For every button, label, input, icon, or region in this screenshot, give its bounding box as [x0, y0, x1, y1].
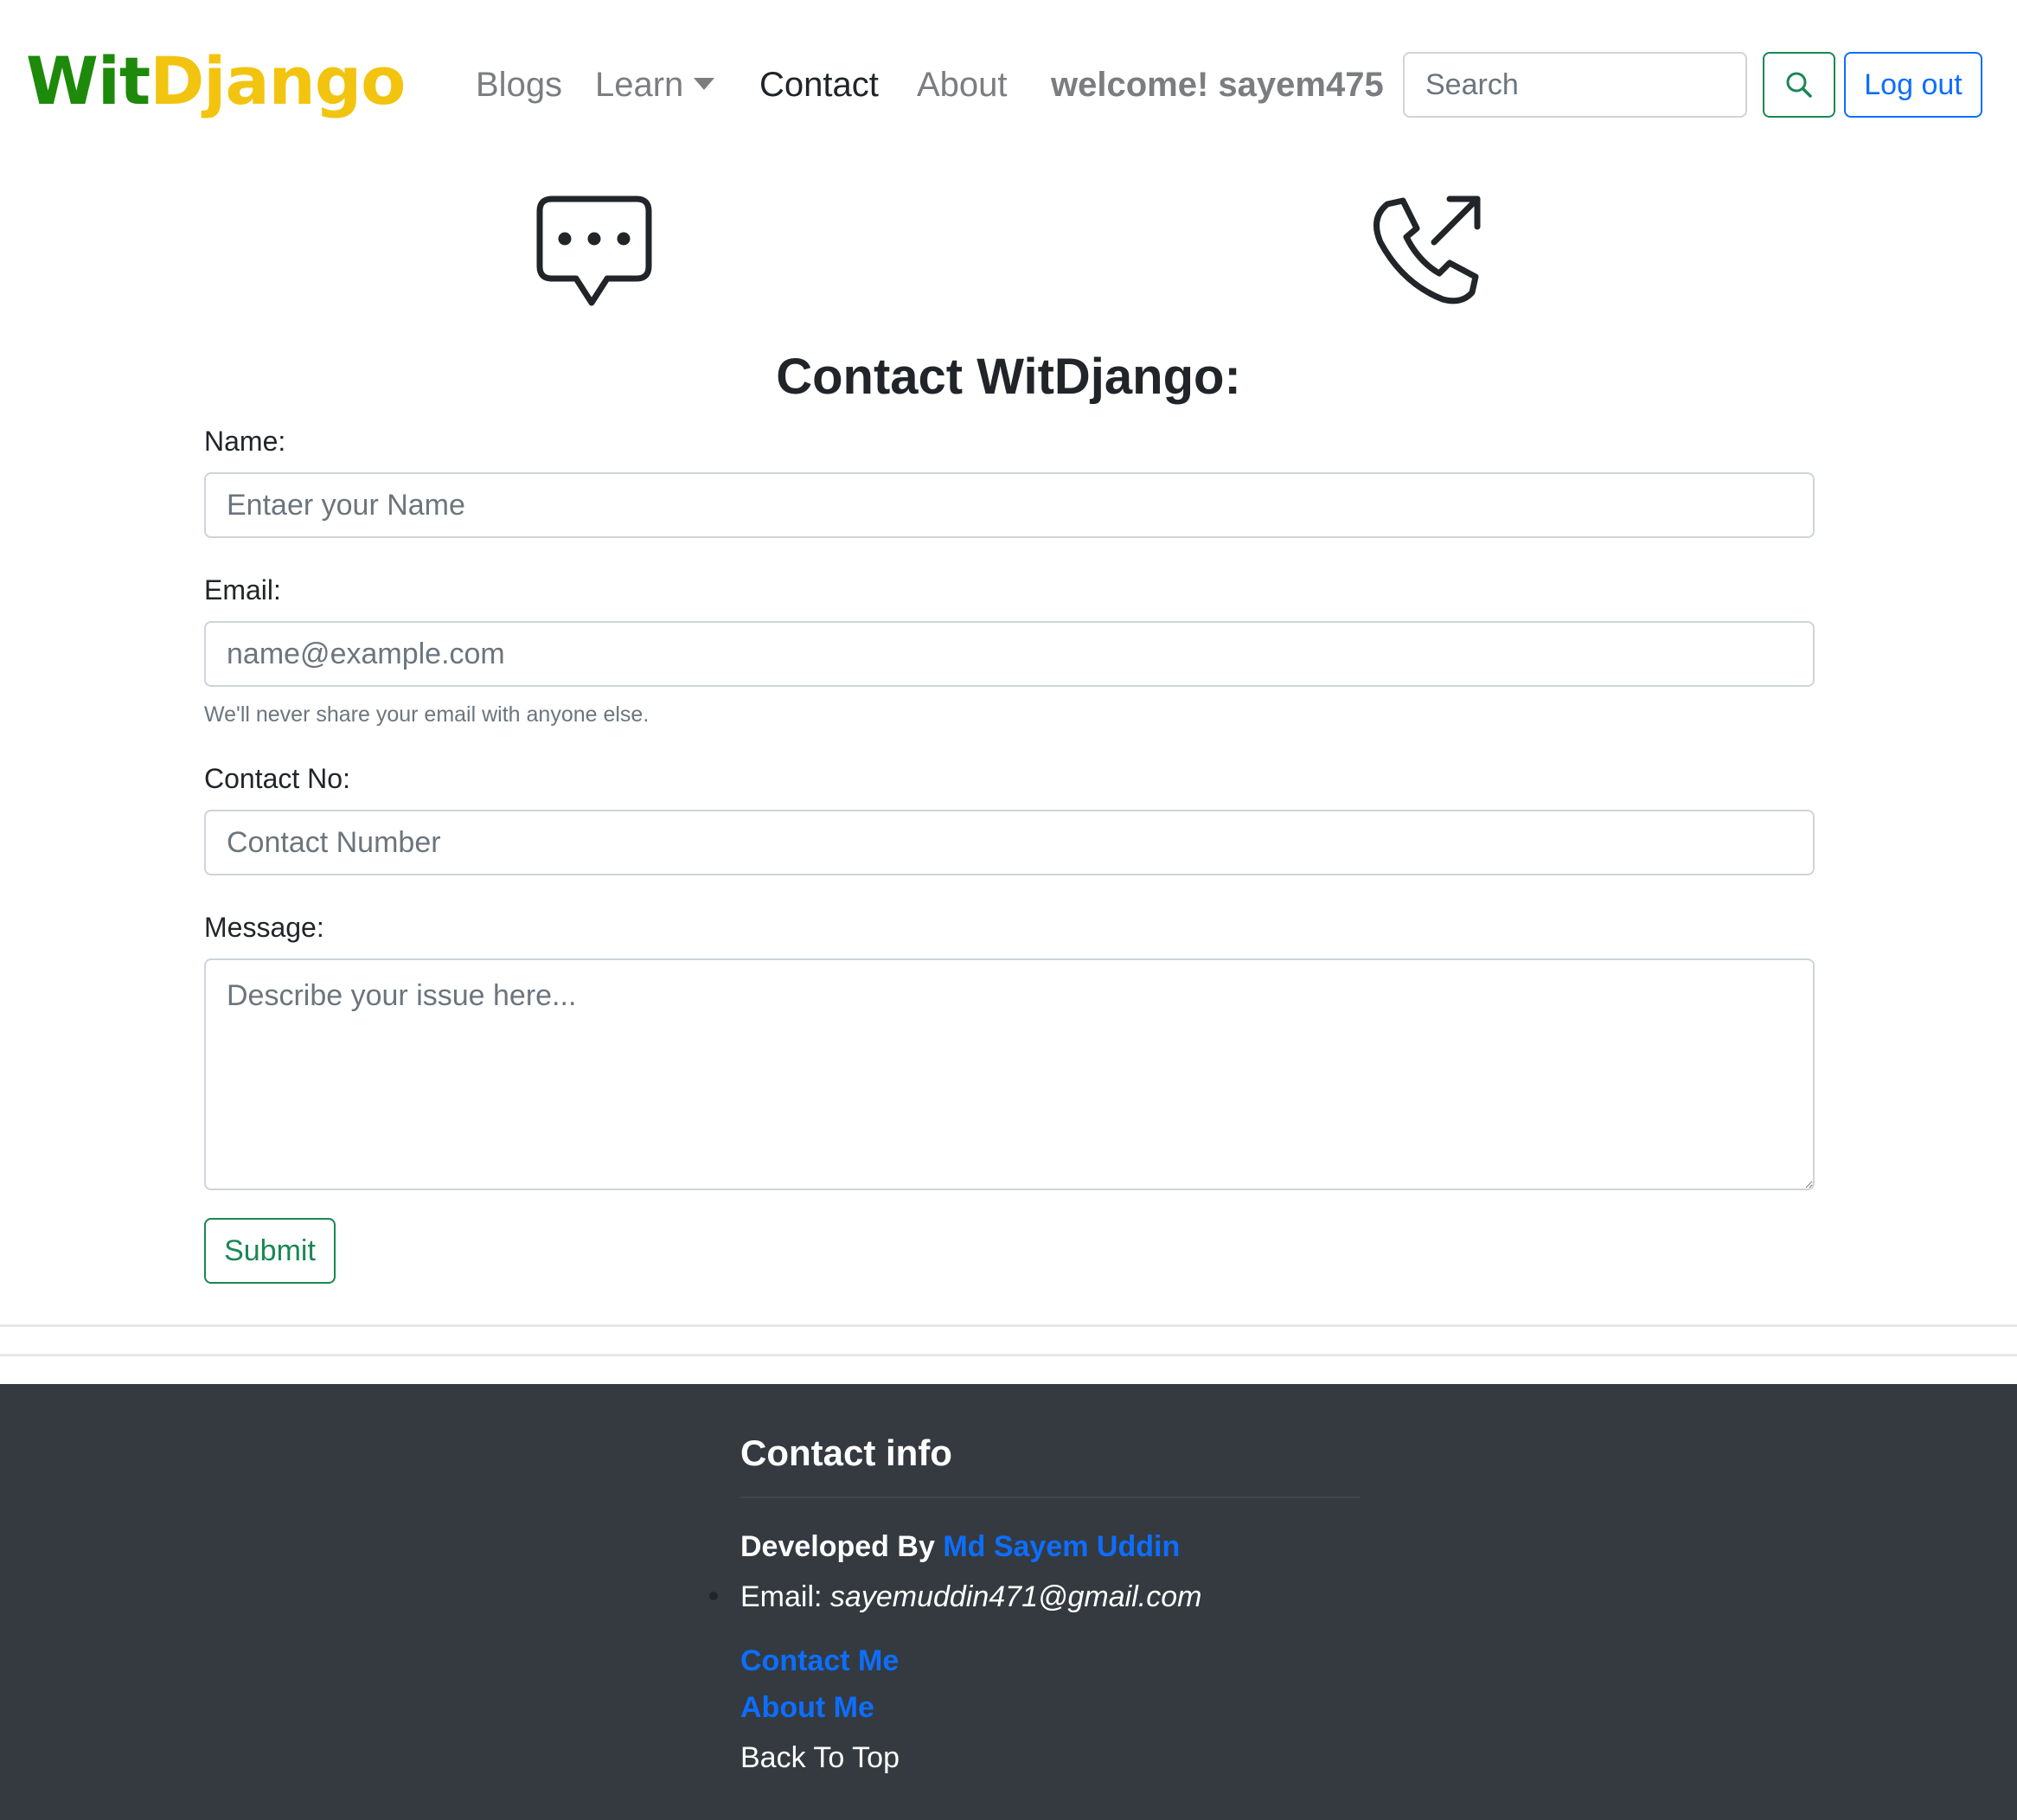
- contact-me-link[interactable]: Contact Me: [740, 1640, 899, 1682]
- developed-by-label: Developed By: [740, 1530, 935, 1563]
- logout-button[interactable]: Log out: [1844, 52, 1982, 118]
- search-input[interactable]: [1403, 52, 1747, 118]
- divider: [0, 1324, 2017, 1327]
- footer-email: Email: sayemuddin471@gmail.com: [740, 1576, 1201, 1618]
- nav-about[interactable]: About: [917, 61, 1008, 109]
- email-help-text: We'll never share your email with anyone…: [204, 702, 650, 727]
- bullet-icon: [709, 1592, 718, 1600]
- email-label: Email:: [204, 574, 281, 606]
- page-title: Contact WitDjango:: [776, 349, 1241, 405]
- nav-blogs[interactable]: Blogs: [476, 61, 562, 109]
- footer: Contact info Developed By Md Sayem Uddin…: [0, 1384, 2017, 1820]
- name-label: Name:: [204, 426, 286, 457]
- brand-part-django: Django: [150, 42, 406, 119]
- brand-part-wit: Wit: [26, 42, 150, 119]
- nav-learn-dropdown[interactable]: Learn: [595, 61, 683, 109]
- contact-number-field[interactable]: [204, 810, 1815, 875]
- about-me-link[interactable]: About Me: [740, 1687, 874, 1728]
- developer-name-link[interactable]: Md Sayem Uddin: [943, 1530, 1180, 1563]
- message-textarea[interactable]: [204, 958, 1815, 1190]
- nav-contact[interactable]: Contact: [759, 61, 879, 109]
- email-field[interactable]: [204, 621, 1815, 687]
- chat-dots-icon: [536, 195, 652, 306]
- search-button[interactable]: [1763, 52, 1835, 118]
- footer-title: Contact info: [740, 1432, 952, 1473]
- navbar: WitDjango Blogs Learn Contact About welc…: [0, 0, 2017, 173]
- divider: [0, 1354, 2017, 1356]
- message-label: Message:: [204, 912, 324, 943]
- back-to-top-link[interactable]: Back To Top: [740, 1737, 900, 1778]
- phone-outgoing-icon: [1373, 195, 1481, 304]
- email-label-text: Email:: [740, 1580, 823, 1613]
- submit-button[interactable]: Submit: [204, 1218, 336, 1284]
- email-address: sayemuddin471@gmail.com: [829, 1580, 1202, 1613]
- chevron-down-icon[interactable]: [694, 78, 714, 90]
- search-icon: [1786, 72, 1812, 98]
- contact-label: Contact No:: [204, 763, 350, 794]
- footer-divider: [740, 1496, 1360, 1498]
- developer-credit: Developed By Md Sayem Uddin: [740, 1526, 1180, 1567]
- name-field[interactable]: [204, 472, 1815, 538]
- brand-logo[interactable]: WitDjango: [26, 38, 406, 125]
- welcome-user: welcome! sayem475: [1051, 66, 1384, 104]
